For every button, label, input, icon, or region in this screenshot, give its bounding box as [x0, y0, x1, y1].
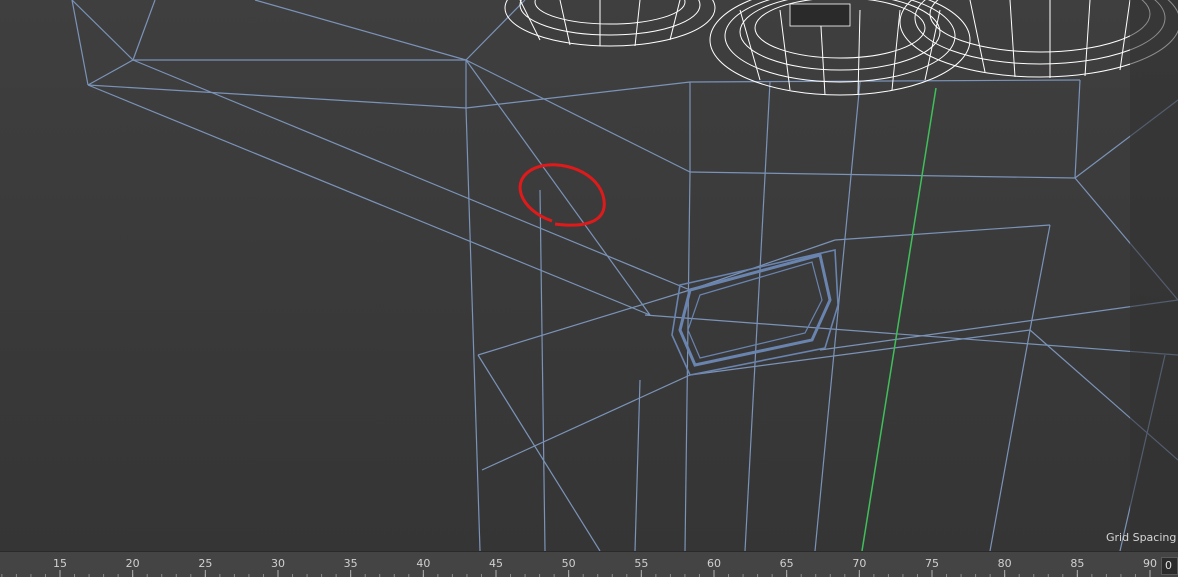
viewport-side-panel: [1130, 0, 1178, 551]
timeline-tick-label: 50: [562, 557, 576, 570]
3d-app-window: Grid Spacing : 15 20 25 30 35 40 45 50 55 60 65 70 7…: [0, 0, 1178, 577]
y-axis-line: [861, 87, 937, 551]
timeline-tick-label: 60: [707, 557, 721, 570]
wireframe-mesh[interactable]: [71, 0, 1178, 551]
timeline-tick-label: 75: [925, 557, 939, 570]
object-inner-shadow: [789, 3, 851, 27]
timeline-tick-label: 55: [634, 557, 648, 570]
timeline-tick-label: 40: [416, 557, 430, 570]
timeline-tick-label: 15: [53, 557, 67, 570]
timeline-tick-label: 65: [780, 557, 794, 570]
timeline-tick-label: 30: [271, 557, 285, 570]
grid-spacing-label: Grid Spacing :: [1106, 531, 1178, 544]
timeline-tick-label: 45: [489, 557, 503, 570]
wireframe-scene[interactable]: [0, 0, 1178, 551]
timeline-tick-label: 20: [126, 557, 140, 570]
annotation-circle: [518, 163, 606, 227]
timeline-tick-label: 25: [198, 557, 212, 570]
3d-viewport[interactable]: Grid Spacing :: [0, 0, 1178, 551]
timeline-tick-label: 85: [1070, 557, 1084, 570]
timeline-tick-label: 70: [852, 557, 866, 570]
timeline-tick-label: 80: [998, 557, 1012, 570]
timeline-ticks[interactable]: 15 20 25 30 35 40 45 50 55 60 65 70 75 80 85 90: [0, 552, 1178, 577]
timeline-ruler[interactable]: 15 20 25 30 35 40 45 50 55 60 65 70 75 80 85 90: [0, 551, 1178, 577]
timeline-tick-label: 35: [344, 557, 358, 570]
timeline-tick-label: 90: [1143, 557, 1157, 570]
current-frame-field[interactable]: 0: [1161, 557, 1178, 575]
